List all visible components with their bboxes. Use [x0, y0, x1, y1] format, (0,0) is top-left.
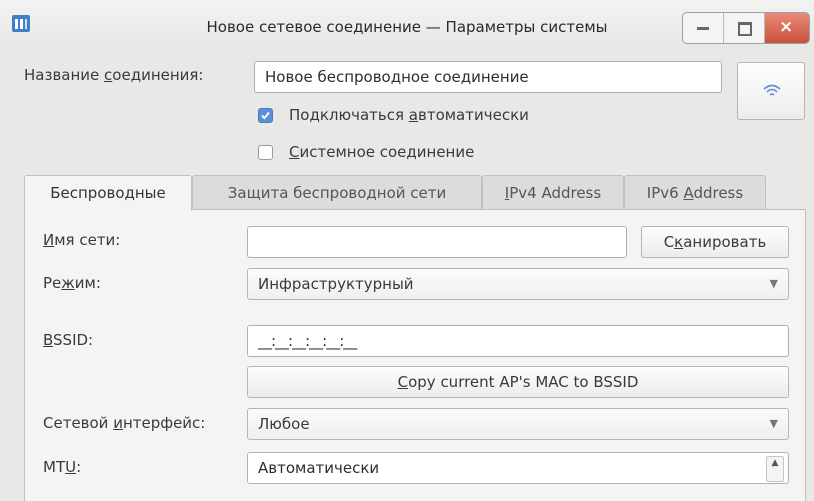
bssid-label: BSSID:	[43, 331, 94, 349]
tab-wireless[interactable]: Беспроводные	[24, 175, 192, 211]
dropdown-arrow-icon: ▼	[769, 417, 778, 430]
ssid-label: Имя сети:	[43, 231, 121, 249]
system-connection-label[interactable]: Системное соединение	[289, 143, 474, 161]
tab-wireless-security[interactable]: Защита беспроводной сети	[192, 175, 482, 210]
tab-ipv4[interactable]: IPv4 Address	[482, 175, 624, 210]
interface-select[interactable]: Любое ▼	[247, 408, 789, 440]
wifi-icon-button[interactable]	[737, 62, 805, 120]
interface-label: Сетевой интерфейс:	[43, 414, 206, 432]
window-controls: ×	[682, 12, 810, 44]
close-icon: ×	[779, 17, 794, 37]
wifi-icon	[763, 84, 781, 96]
ssid-input[interactable]	[247, 226, 627, 258]
minimize-button[interactable]	[683, 13, 724, 43]
bssid-input[interactable]: __:__:__:__:__:__	[247, 325, 789, 357]
connection-name-label: Название соединения:	[24, 66, 204, 84]
copy-mac-button[interactable]: Copy current AP's MAC to BSSID	[247, 366, 789, 398]
system-connection-checkbox[interactable]	[258, 145, 273, 160]
auto-connect-checkbox[interactable]	[258, 108, 273, 123]
stepper-up-icon[interactable]: ▲	[766, 456, 784, 482]
tab-ipv6[interactable]: IPv6 Address	[624, 175, 766, 210]
title-bar: Новое сетевое соединение — Параметры сис…	[0, 0, 814, 52]
auto-connect-label[interactable]: Подключаться автоматически	[289, 106, 529, 124]
connection-name-input[interactable]: Новое беспроводное соединение	[254, 61, 722, 93]
mode-label: Режим:	[43, 274, 101, 292]
scan-button[interactable]: Сканировать	[641, 226, 789, 258]
maximize-icon	[738, 22, 752, 36]
checkmark-icon	[261, 111, 270, 120]
dropdown-arrow-icon: ▼	[769, 277, 778, 290]
minimize-icon	[697, 27, 709, 30]
maximize-button[interactable]	[724, 13, 765, 43]
mtu-label: MTU:	[43, 458, 82, 476]
close-button[interactable]: ×	[765, 13, 809, 43]
mtu-spinbox[interactable]: Автоматически ▲	[247, 452, 789, 484]
mode-select[interactable]: Инфраструктурный ▼	[247, 268, 789, 300]
